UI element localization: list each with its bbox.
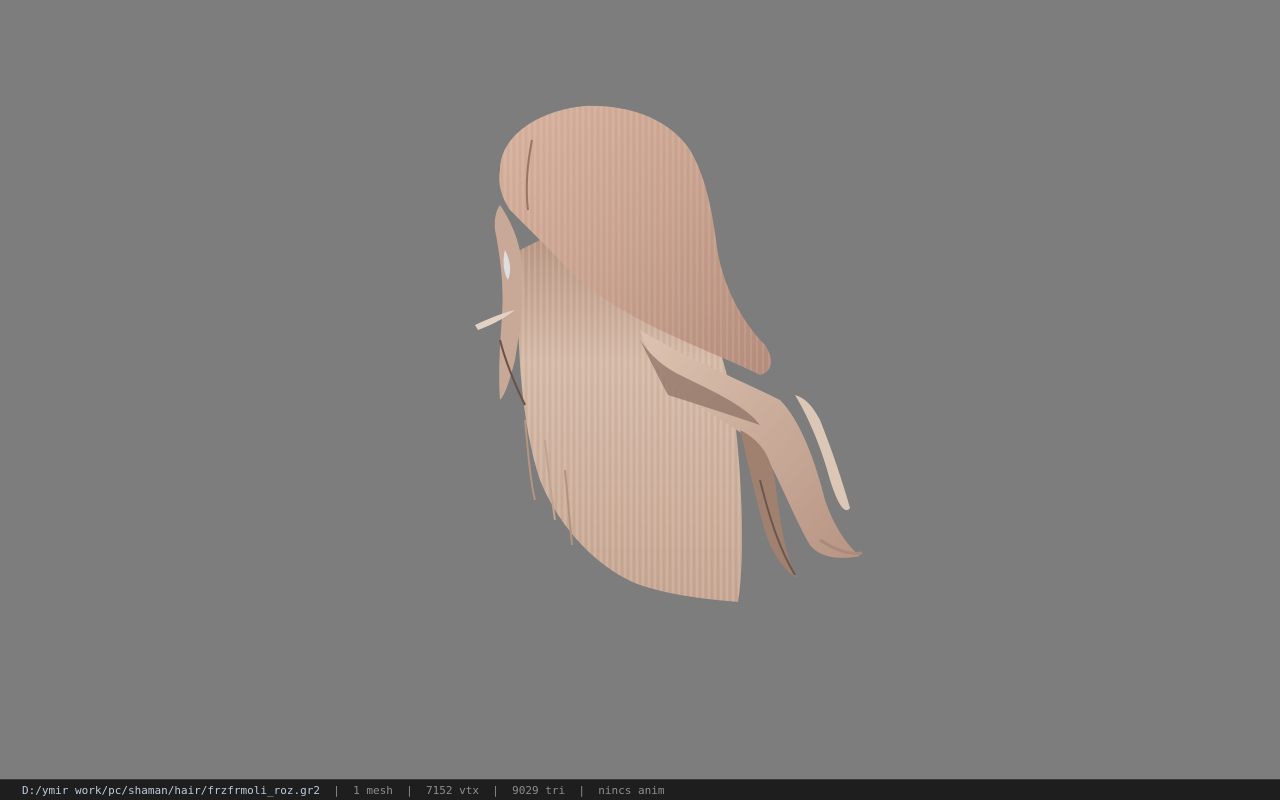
file-path: D:/ymir work/pc/shaman/hair/frzfrmoli_ro… [22,783,321,797]
vertex-count: 7152 vtx [426,783,479,797]
status-separator: | [320,783,354,797]
status-separator: | [392,783,427,797]
status-separator: | [479,783,513,797]
hair-side-locks [494,205,523,400]
triangle-count: 9029 tri [512,783,566,797]
3d-viewport[interactable] [0,0,1280,779]
status-bar: D:/ymir work/pc/shaman/hair/frzfrmoli_ro… [0,779,1280,800]
status-separator: | [565,783,599,797]
mesh-count: 1 mesh [353,783,393,797]
hair-model[interactable] [0,0,1280,779]
anim-status: nincs anim [598,783,665,797]
